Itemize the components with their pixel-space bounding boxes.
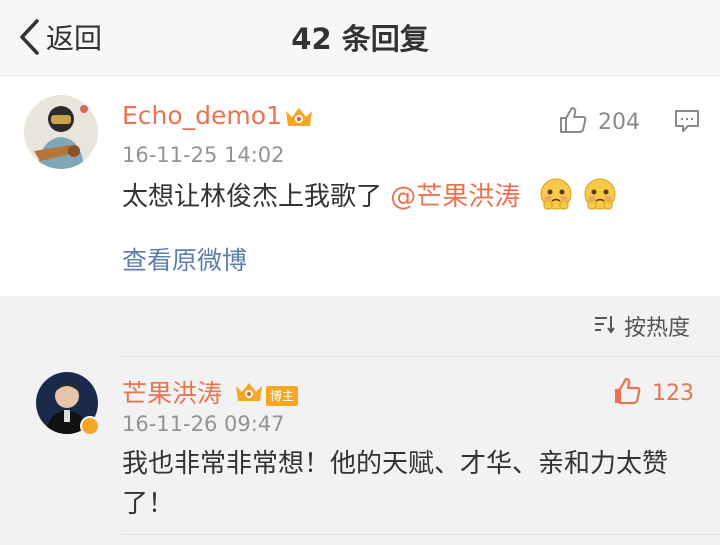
divider xyxy=(122,356,720,357)
post-content: 太想让林俊杰上我歌了 @芒果洪涛 xyxy=(122,177,617,217)
thumbs-up-filled-icon xyxy=(612,376,642,410)
username[interactable]: 芒果洪涛 xyxy=(122,374,222,410)
post-like-button[interactable]: 204 xyxy=(558,105,640,139)
replies-section: 按热度 芒果洪涛 博主 16-11-26 09:47 我也非常非常想！他的天赋、… xyxy=(0,296,720,545)
username[interactable]: Echo_demo1 xyxy=(122,101,282,130)
shy-face-emoji-icon xyxy=(583,177,617,211)
reply-content: 我也非常非常想！他的天赋、才华、亲和力太赞了！ xyxy=(122,449,669,519)
reply-like-button[interactable]: 123 xyxy=(612,376,694,410)
vip-crown-icon[interactable] xyxy=(234,380,264,404)
vip-crown-icon[interactable] xyxy=(284,105,314,129)
author-badge: 博主 xyxy=(266,386,299,406)
verified-badge-icon xyxy=(80,416,100,436)
divider xyxy=(122,534,720,535)
like-count: 204 xyxy=(598,109,640,135)
sort-icon xyxy=(594,314,616,338)
top-nav-bar: 返回 42 条回复 xyxy=(0,0,720,76)
mention-link[interactable]: @芒果洪涛 xyxy=(390,182,520,212)
shy-face-emoji-icon xyxy=(539,177,573,211)
page-title: 42 条回复 xyxy=(291,22,429,56)
post-timestamp: 16-11-25 14:02 xyxy=(122,143,285,167)
view-original-link[interactable]: 查看原微博 xyxy=(122,241,247,277)
reply-timestamp: 16-11-26 09:47 xyxy=(122,412,285,436)
post-text: 太想让林俊杰上我歌了 xyxy=(122,182,383,212)
comment-icon xyxy=(674,110,700,137)
thumbs-up-icon xyxy=(558,105,588,139)
avatar[interactable] xyxy=(24,95,98,169)
original-post: Echo_demo1 16-11-25 14:02 太想让林俊杰上我歌了 @芒果… xyxy=(0,77,720,296)
sort-label: 按热度 xyxy=(624,316,691,341)
sort-by-hot-button[interactable]: 按热度 xyxy=(594,310,690,342)
like-count: 123 xyxy=(652,380,694,406)
comment-button[interactable] xyxy=(674,109,700,137)
